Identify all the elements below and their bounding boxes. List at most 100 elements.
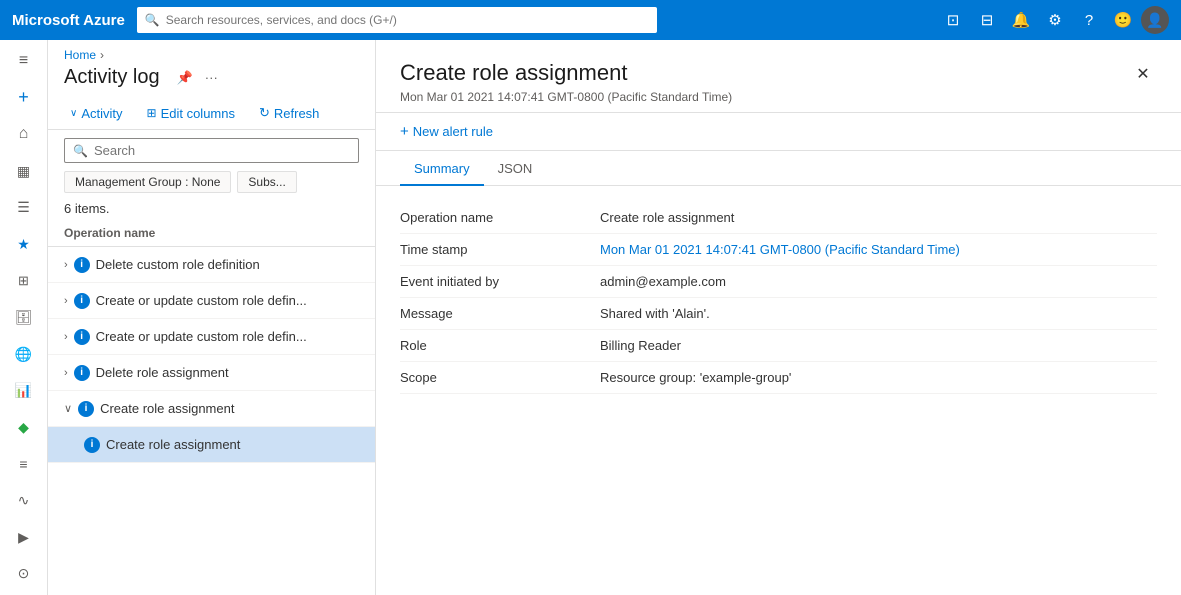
help-icon[interactable]: ? <box>1073 4 1105 36</box>
table-row[interactable]: ∨ i Create role assignment <box>48 391 375 427</box>
row-label: Create role assignment <box>106 437 240 452</box>
detail-row-scope: Scope Resource group: 'example-group' <box>400 362 1157 394</box>
topnav-icons: ⊡ ⊟ 🔔 ⚙ ? 🙂 👤 <box>937 4 1169 36</box>
more-icon[interactable]: ··· <box>202 67 221 89</box>
table-header: Operation name <box>48 220 375 247</box>
detail-row-role: Role Billing Reader <box>400 330 1157 362</box>
row-label: Delete custom role definition <box>96 257 260 272</box>
filter-management-group[interactable]: Management Group : None <box>64 171 231 193</box>
detail-title: Create role assignment <box>400 60 1129 86</box>
table-row[interactable]: i Create role assignment <box>48 427 375 463</box>
chevron-right-icon: › <box>64 295 68 307</box>
sidebar-item-devops[interactable]: ∿ <box>4 483 44 518</box>
detail-tabs: Summary JSON <box>376 151 1181 186</box>
sidebar-item-lists[interactable]: ≡ <box>4 447 44 482</box>
chevron-right-icon: › <box>64 367 68 379</box>
item-count: 6 items. <box>48 197 375 220</box>
search-input[interactable] <box>94 143 350 158</box>
table-row[interactable]: › i Create or update custom role defin..… <box>48 319 375 355</box>
chevron-right-icon: › <box>64 331 68 343</box>
settings-icon[interactable]: ⚙ <box>1039 4 1071 36</box>
sidebar-item-dashboard[interactable]: ▦ <box>4 154 44 189</box>
plus-icon: + <box>400 123 409 140</box>
info-icon: i <box>84 437 100 453</box>
edit-columns-button[interactable]: ⊞ Edit columns <box>141 102 241 125</box>
breadcrumb: Home › <box>48 40 375 62</box>
detail-value: Shared with 'Alain'. <box>600 306 1157 321</box>
sidebar-item-all-services[interactable]: ☰ <box>4 190 44 225</box>
filter-subscription[interactable]: Subs... <box>237 171 296 193</box>
chevron-down-icon: ∨ <box>70 108 77 119</box>
info-icon: i <box>74 257 90 273</box>
tab-summary[interactable]: Summary <box>400 151 484 186</box>
sidebar-item-run[interactable]: ▶ <box>4 520 44 555</box>
row-label: Create role assignment <box>100 401 234 416</box>
filter-management-group-label: Management Group : None <box>75 175 220 189</box>
sidebar-item-portal-menu[interactable]: ⊞ <box>4 264 44 299</box>
search-icon: 🔍 <box>145 13 160 27</box>
columns-icon: ⊞ <box>147 106 157 120</box>
search-icon: 🔍 <box>73 144 88 158</box>
search-bar: 🔍 <box>64 138 359 163</box>
directory-icon[interactable]: ⊟ <box>971 4 1003 36</box>
toolbar: ∨ Activity ⊞ Edit columns ↻ Refresh <box>48 97 375 130</box>
sidebar-item-home[interactable]: ⌂ <box>4 117 44 152</box>
pin-icon[interactable]: 📌 <box>174 67 196 89</box>
global-search: 🔍 <box>137 7 657 33</box>
cloud-shell-icon[interactable]: ⊡ <box>937 4 969 36</box>
chevron-down-icon: ∨ <box>64 402 72 415</box>
main-layout: ≡ + ⌂ ▦ ☰ ★ ⊞ 🗄 🌐 📊 ◆ ≡ ∿ ▶ ⊙ Home › Act… <box>0 40 1181 595</box>
detail-value-timestamp[interactable]: Mon Mar 01 2021 14:07:41 GMT-0800 (Pacif… <box>600 242 1157 257</box>
info-icon: i <box>74 293 90 309</box>
table-body: › i Delete custom role definition › i Cr… <box>48 247 375 595</box>
info-icon: i <box>74 365 90 381</box>
sidebar-item-create[interactable]: + <box>4 81 44 116</box>
feedback-icon[interactable]: 🙂 <box>1107 4 1139 36</box>
page-header-actions: 📌 ··· <box>174 67 221 89</box>
detail-value: Resource group: 'example-group' <box>600 370 1157 385</box>
close-button[interactable]: ✕ <box>1129 60 1157 88</box>
avatar[interactable]: 👤 <box>1141 6 1169 34</box>
filters: Management Group : None Subs... <box>48 167 375 197</box>
table-row[interactable]: › i Create or update custom role defin..… <box>48 283 375 319</box>
detail-value: Billing Reader <box>600 338 1157 353</box>
detail-value: Create role assignment <box>600 210 1157 225</box>
row-label: Create or update custom role defin... <box>96 329 307 344</box>
table-row[interactable]: › i Delete custom role definition <box>48 247 375 283</box>
notifications-icon[interactable]: 🔔 <box>1005 4 1037 36</box>
refresh-label: Refresh <box>274 106 320 121</box>
new-alert-rule-button[interactable]: + New alert rule <box>376 113 1181 151</box>
refresh-icon: ↻ <box>259 105 270 121</box>
sidebar-item-favorites[interactable]: ★ <box>4 227 44 262</box>
breadcrumb-separator: › <box>100 48 104 62</box>
detail-header: Create role assignment Mon Mar 01 2021 1… <box>376 40 1181 113</box>
sidebar-item-support[interactable]: ⊙ <box>4 556 44 591</box>
detail-row-operation-name: Operation name Create role assignment <box>400 202 1157 234</box>
table-row[interactable]: › i Delete role assignment <box>48 355 375 391</box>
sidebar-item-collapse[interactable]: ≡ <box>4 44 44 79</box>
refresh-button[interactable]: ↻ Refresh <box>253 101 325 125</box>
topnav: Microsoft Azure 🔍 ⊡ ⊟ 🔔 ⚙ ? 🙂 👤 <box>0 0 1181 40</box>
sidebar-item-network[interactable]: 🌐 <box>4 337 44 372</box>
info-icon: i <box>74 329 90 345</box>
detail-title-block: Create role assignment Mon Mar 01 2021 1… <box>400 60 1129 104</box>
activity-label: Activity <box>81 106 122 121</box>
row-label: Create or update custom role defin... <box>96 293 307 308</box>
global-search-input[interactable] <box>166 13 649 27</box>
detail-table: Operation name Create role assignment Ti… <box>376 186 1181 410</box>
sidebar-item-monitor[interactable]: 📊 <box>4 373 44 408</box>
sidebar: ≡ + ⌂ ▦ ☰ ★ ⊞ 🗄 🌐 📊 ◆ ≡ ∿ ▶ ⊙ <box>0 40 48 595</box>
row-label: Delete role assignment <box>96 365 229 380</box>
sidebar-item-sql[interactable]: 🗄 <box>4 300 44 335</box>
tab-json[interactable]: JSON <box>484 151 547 186</box>
info-icon: i <box>78 401 94 417</box>
detail-label: Time stamp <box>400 242 600 257</box>
sidebar-item-policy[interactable]: ◆ <box>4 410 44 445</box>
detail-label: Role <box>400 338 600 353</box>
activity-button[interactable]: ∨ Activity <box>64 102 129 125</box>
breadcrumb-home[interactable]: Home <box>64 48 96 62</box>
brand-logo: Microsoft Azure <box>12 12 125 29</box>
page-header: Activity log 📌 ··· <box>48 62 375 97</box>
page-title: Activity log <box>64 66 160 89</box>
detail-panel: Create role assignment Mon Mar 01 2021 1… <box>376 40 1181 595</box>
